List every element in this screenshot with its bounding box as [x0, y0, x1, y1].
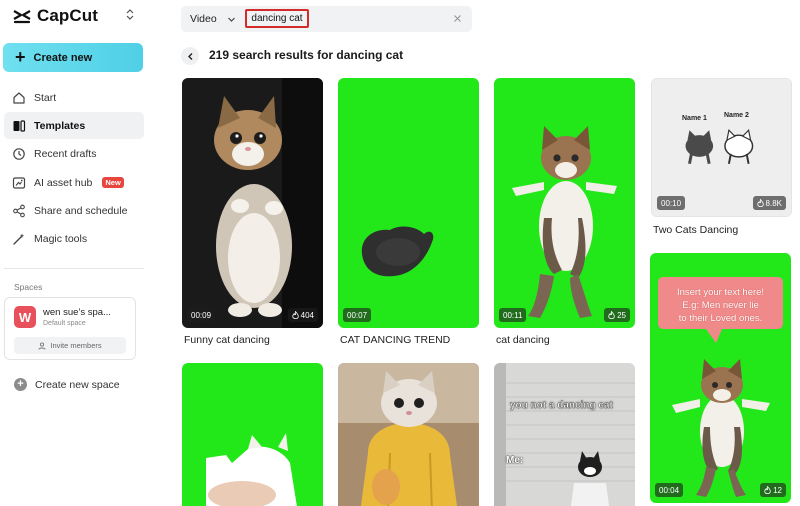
video-thumbnail	[182, 78, 323, 328]
back-button[interactable]	[181, 47, 199, 65]
capcut-logo[interactable]: CapCut	[12, 6, 98, 26]
create-new-button[interactable]: + Create new	[3, 43, 143, 72]
overlay-text: to their Loved ones.	[678, 313, 763, 324]
space-avatar: W	[14, 306, 36, 328]
duration-badge: 00:09	[187, 308, 216, 322]
sidebar: CapCut + Create new Start Templates Rece…	[0, 0, 150, 506]
app-name: CapCut	[37, 6, 99, 25]
template-card[interactable]: 00:11 25	[494, 78, 635, 328]
results-title: 219 search results for dancing cat	[209, 48, 404, 62]
ai-image-icon	[12, 176, 26, 190]
capcut-logo-icon	[13, 10, 31, 24]
workspace-switch-icon[interactable]	[126, 9, 134, 23]
template-card[interactable]	[182, 363, 323, 506]
template-card[interactable]: Name 1 Name 2 00:10 8.8K	[651, 78, 792, 217]
flame-icon	[756, 199, 764, 207]
video-thumbnail	[338, 78, 479, 328]
overlay-text: Insert your text here!	[676, 287, 765, 298]
new-badge: New	[102, 177, 124, 189]
video-thumbnail	[182, 363, 323, 506]
duration-badge: 00:11	[499, 308, 527, 322]
sidebar-nav: Start Templates Recent drafts AI asset h…	[4, 84, 144, 254]
magic-wand-icon	[12, 232, 26, 246]
card-title[interactable]: cat dancing	[496, 334, 550, 346]
invite-members-button[interactable]: Invite members	[14, 337, 126, 354]
sidebar-item-share-and-schedule[interactable]: Share and schedule	[4, 198, 144, 225]
video-thumbnail	[338, 363, 479, 506]
plus-icon: +	[15, 46, 26, 67]
likes-badge: 404	[287, 308, 318, 322]
content-type-select[interactable]: Video	[181, 6, 244, 32]
search-input[interactable]: dancing cat	[245, 9, 309, 28]
duration-badge: 00:10	[657, 196, 686, 210]
likes-badge: 25	[604, 308, 630, 322]
sidebar-item-start[interactable]: Start	[4, 84, 144, 111]
likes-badge: 12	[760, 483, 786, 497]
clear-search-icon[interactable]	[451, 12, 464, 25]
spaces-heading: Spaces	[14, 282, 43, 292]
clock-icon	[12, 147, 26, 161]
duration-badge: 00:04	[655, 483, 684, 497]
video-thumbnail	[494, 78, 635, 328]
sidebar-item-templates[interactable]: Templates	[4, 112, 144, 140]
overlay-text: Me:	[506, 455, 524, 466]
overlay-text: Name 1	[682, 115, 707, 122]
card-title[interactable]: Funny cat dancing	[184, 334, 270, 346]
templates-icon	[12, 119, 26, 133]
sidebar-item-magic-tools[interactable]: Magic tools	[4, 226, 144, 253]
create-new-space-button[interactable]: + Create new space	[14, 378, 120, 391]
share-icon	[12, 204, 26, 218]
space-subtitle: Default space	[43, 320, 86, 327]
search-bar: Video dancing cat	[181, 6, 472, 32]
overlay-text: Name 2	[724, 112, 749, 119]
plus-circle-icon: +	[14, 378, 27, 391]
card-title[interactable]: CAT DANCING TREND	[340, 334, 450, 346]
sidebar-item-recent-drafts[interactable]: Recent drafts	[4, 141, 144, 168]
template-card[interactable]: Insert your text here! E.g: Men never li…	[650, 253, 791, 503]
space-name: wen sue’s spa...	[43, 307, 111, 318]
overlay-text: you not a dancing cat	[510, 400, 613, 411]
duration-badge: 00:07	[343, 308, 372, 322]
sidebar-divider	[4, 268, 144, 269]
sidebar-item-ai-asset-hub[interactable]: AI asset hub New	[4, 169, 144, 196]
space-card[interactable]: W wen sue’s spa... Default space Invite …	[4, 297, 136, 360]
card-title[interactable]: Two Cats Dancing	[653, 224, 738, 236]
likes-badge: 8.8K	[752, 196, 786, 210]
template-card[interactable]: you not a dancing cat Me:	[494, 363, 635, 506]
template-card[interactable]	[338, 363, 479, 506]
overlay-text: E.g: Men never lie	[682, 300, 759, 311]
template-card[interactable]: 00:09 404	[182, 78, 323, 328]
flame-icon	[764, 486, 771, 494]
user-icon	[38, 341, 46, 350]
chevron-down-icon	[227, 17, 235, 22]
chevron-left-icon	[187, 52, 192, 60]
home-icon	[12, 91, 26, 105]
template-card[interactable]: 00:07	[338, 78, 479, 328]
flame-icon	[291, 311, 299, 319]
video-thumbnail	[494, 363, 635, 506]
flame-icon	[608, 311, 615, 319]
